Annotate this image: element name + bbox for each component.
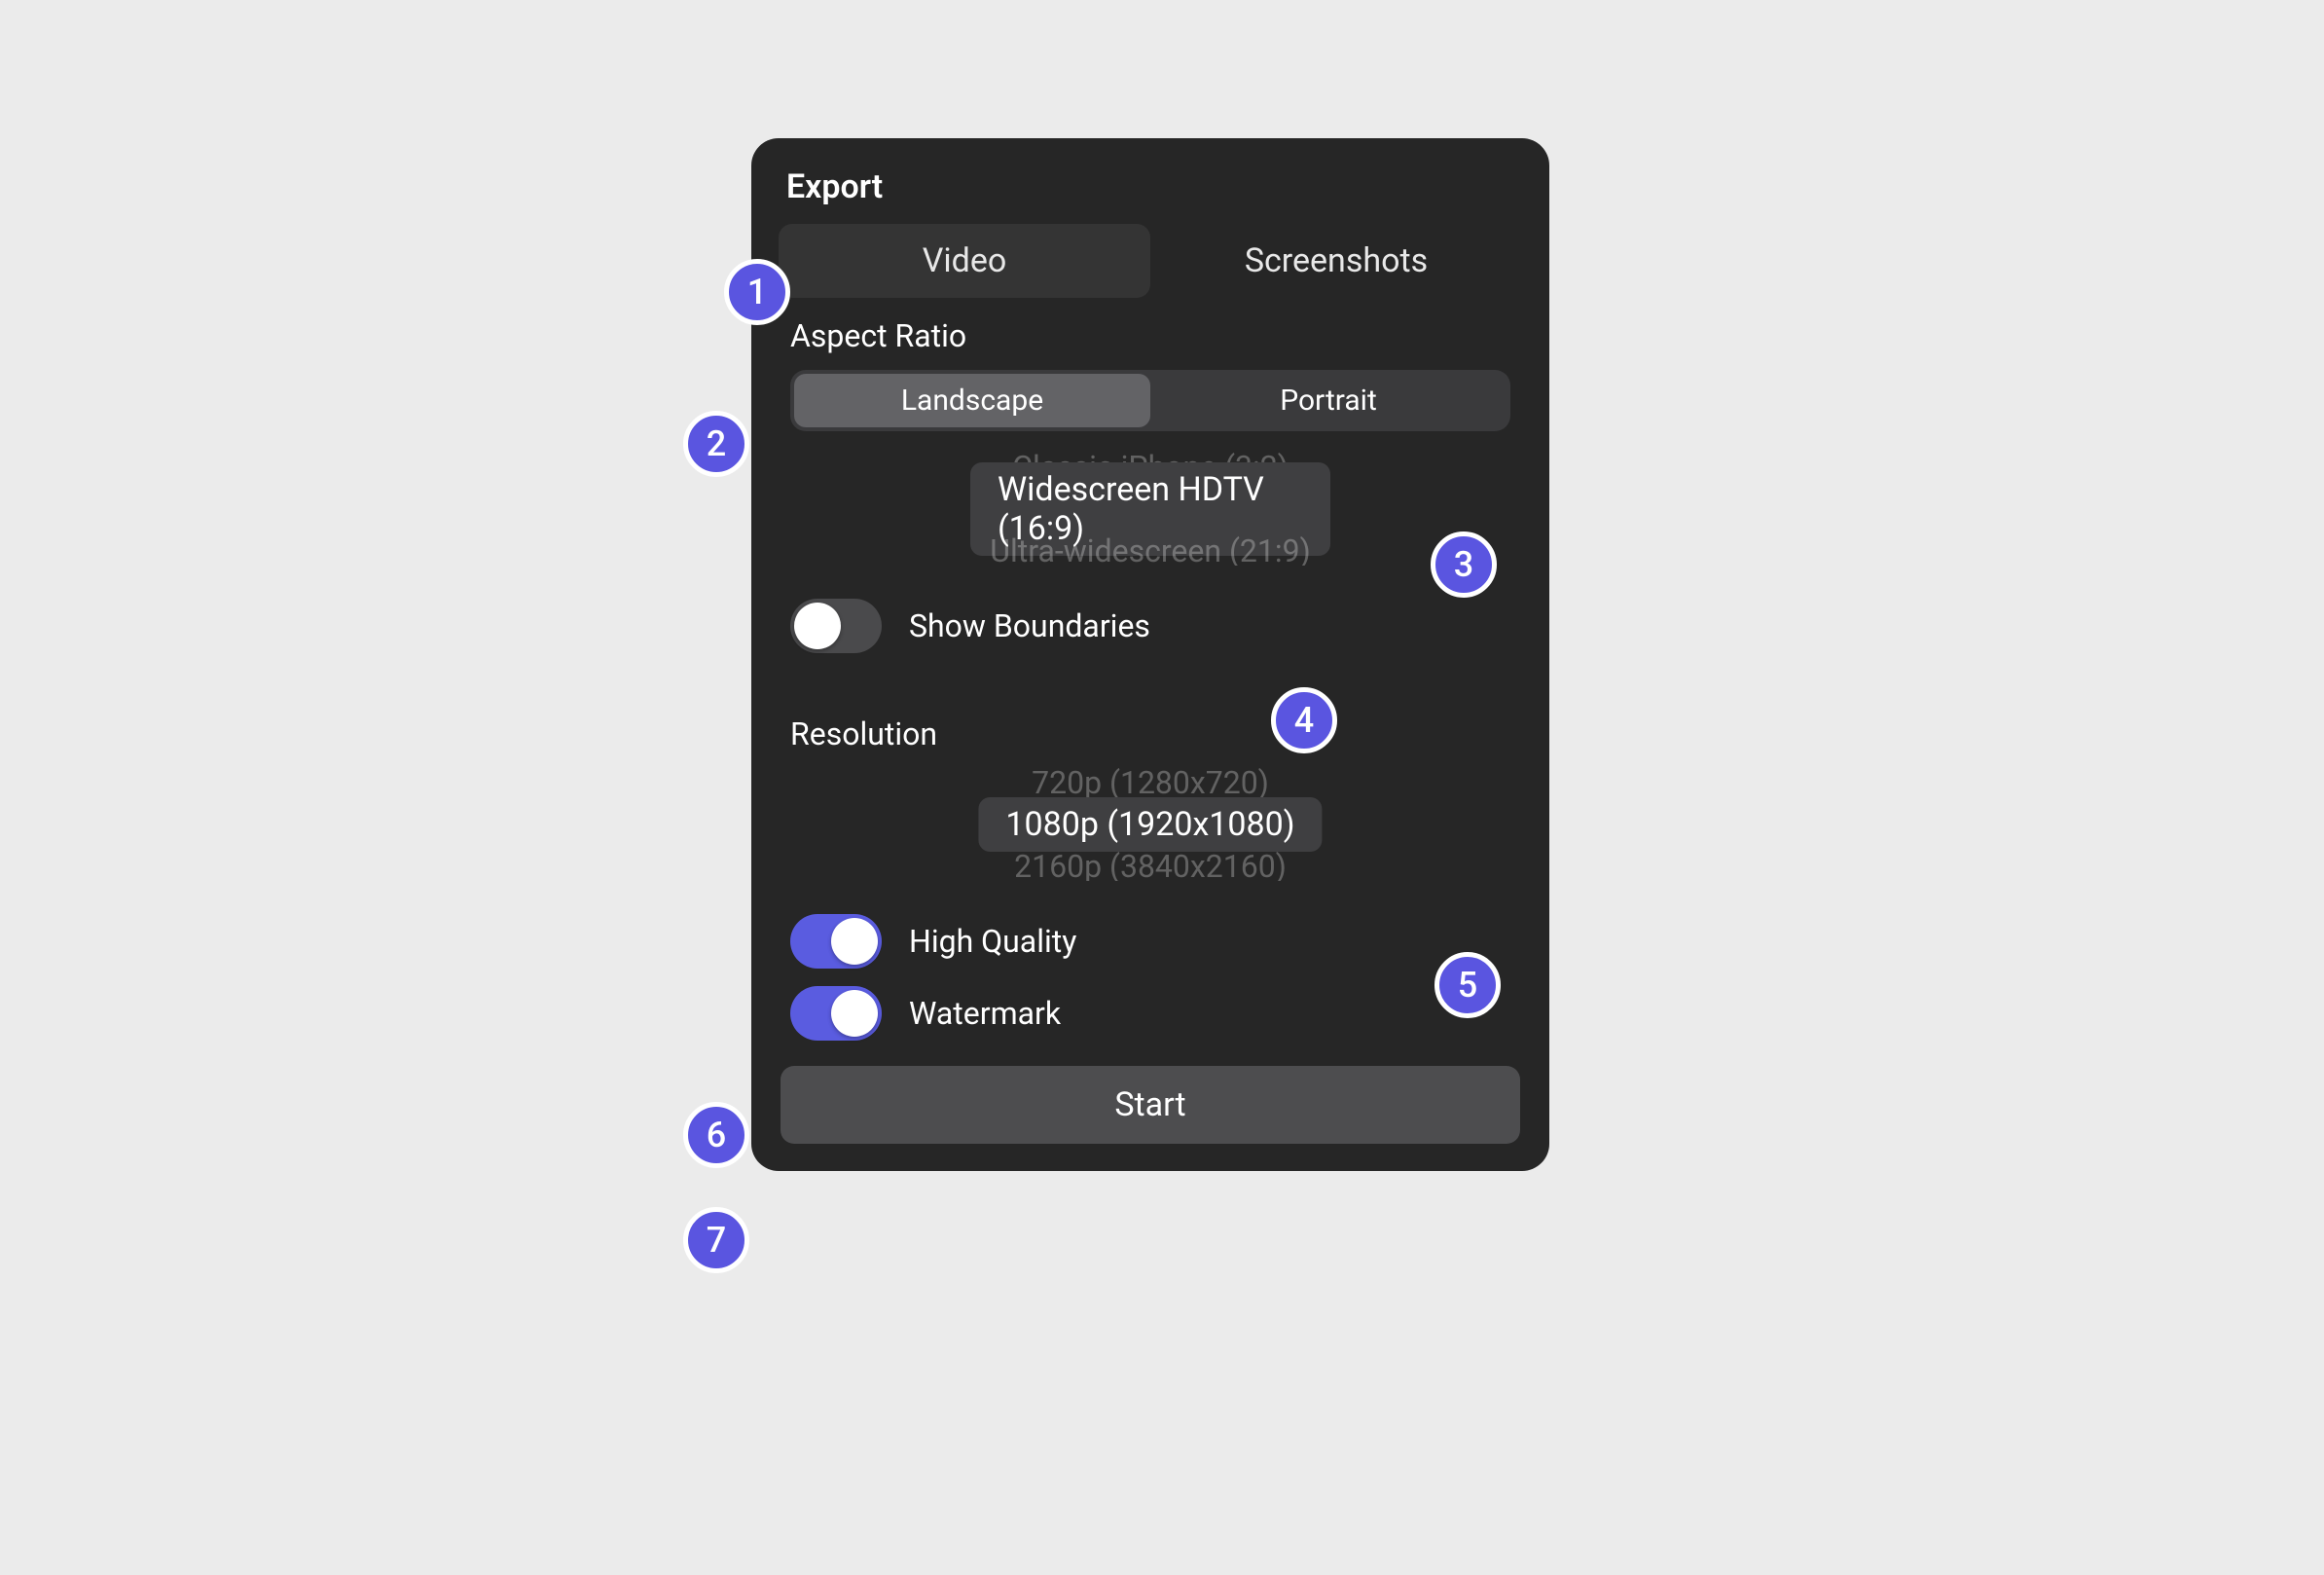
callout-3: 3 bbox=[1431, 531, 1497, 598]
orientation-landscape[interactable]: Landscape bbox=[794, 374, 1150, 427]
callout-7: 7 bbox=[683, 1207, 749, 1273]
watermark-label: Watermark bbox=[909, 995, 1061, 1032]
high-quality-toggle[interactable] bbox=[790, 914, 882, 969]
watermark-row: Watermark bbox=[779, 982, 1522, 1054]
tab-screenshots[interactable]: Screenshots bbox=[1150, 224, 1522, 298]
watermark-toggle[interactable] bbox=[790, 986, 882, 1041]
resolution-picker[interactable]: 720p (1280x720) 1080p (1920x1080) 2160p … bbox=[790, 768, 1510, 881]
callout-4: 4 bbox=[1271, 687, 1337, 753]
picker-selected[interactable]: 1080p (1920x1080) bbox=[978, 797, 1322, 852]
orientation-segmented-control: Landscape Portrait bbox=[790, 370, 1510, 431]
high-quality-label: High Quality bbox=[909, 923, 1076, 960]
panel-title: Export bbox=[779, 160, 1522, 224]
picker-next: Ultra-widescreen (21:9) bbox=[790, 532, 1510, 566]
high-quality-row: High Quality bbox=[779, 900, 1522, 982]
show-boundaries-label: Show Boundaries bbox=[909, 607, 1150, 644]
aspect-ratio-label: Aspect Ratio bbox=[779, 308, 1522, 370]
show-boundaries-toggle[interactable] bbox=[790, 599, 882, 653]
export-panel: Export Video Screenshots Aspect Ratio La… bbox=[751, 138, 1549, 1171]
aspect-ratio-picker[interactable]: Classic iPhone (3:2) Widescreen HDTV (16… bbox=[790, 453, 1510, 566]
resolution-label: Resolution bbox=[779, 706, 1522, 768]
callout-2: 2 bbox=[683, 411, 749, 477]
tab-video[interactable]: Video bbox=[779, 224, 1150, 298]
callout-5: 5 bbox=[1434, 952, 1501, 1018]
show-boundaries-row: Show Boundaries bbox=[779, 585, 1522, 667]
callout-6: 6 bbox=[683, 1102, 749, 1168]
start-button[interactable]: Start bbox=[781, 1066, 1520, 1144]
export-tabs: Video Screenshots bbox=[779, 224, 1522, 298]
orientation-portrait[interactable]: Portrait bbox=[1150, 374, 1507, 427]
picker-next: 2160p (3840x2160) bbox=[790, 848, 1510, 881]
picker-prev: 720p (1280x720) bbox=[790, 768, 1510, 801]
callout-1: 1 bbox=[724, 259, 790, 325]
